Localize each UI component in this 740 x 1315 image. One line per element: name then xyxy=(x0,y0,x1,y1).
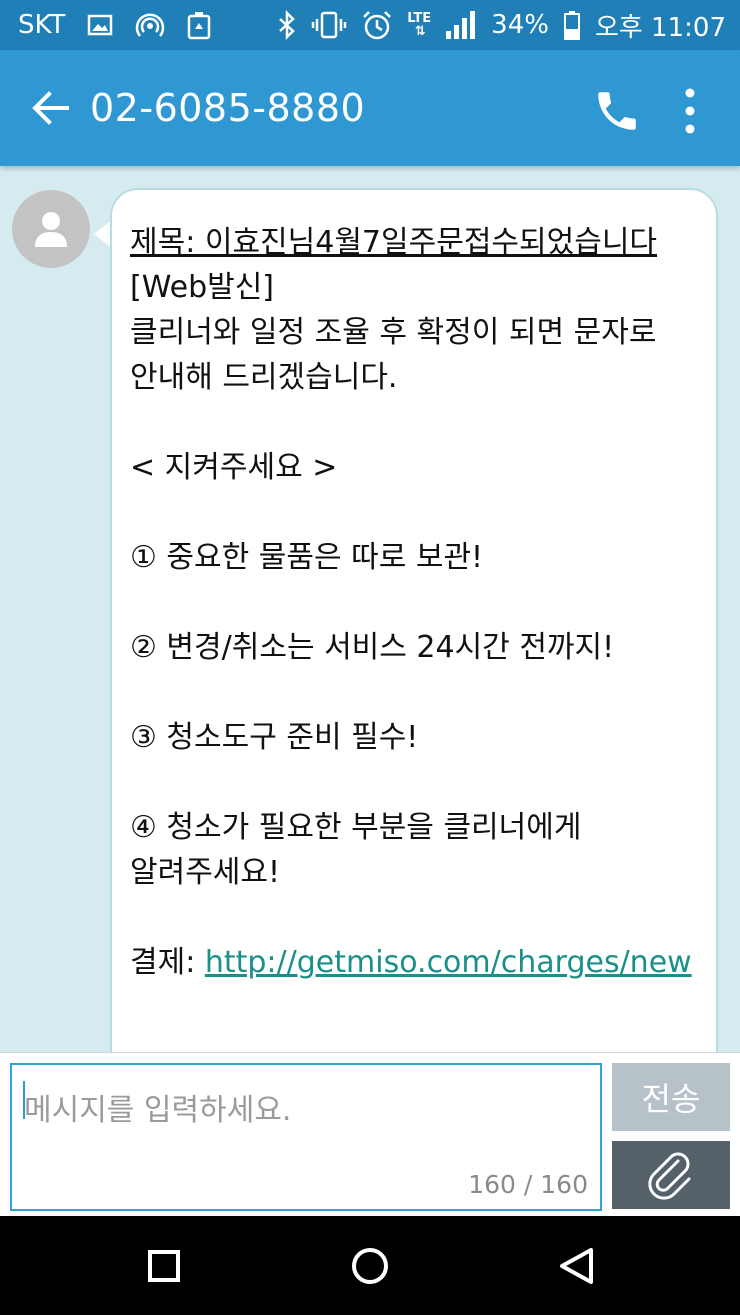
carrier-label: SKT xyxy=(18,10,66,40)
more-options-button[interactable] xyxy=(665,76,715,146)
message-line xyxy=(130,400,698,445)
message-input[interactable]: 메시지를 입력하세요. 160 / 160 xyxy=(10,1063,602,1211)
contact-number: 02-6085-8880 xyxy=(90,86,366,130)
payment-label: 결제: xyxy=(130,945,205,980)
lte-arrows-icon: LTE ⇅ xyxy=(407,11,432,39)
message-bubble[interactable]: 제목: 이효진님4월7일주문접수되었습니다 [Web발신] 클리너와 일정 조율… xyxy=(110,188,718,1052)
message-line xyxy=(130,670,698,715)
hotspot-icon xyxy=(135,10,165,40)
message-line xyxy=(130,580,698,625)
vibrate-icon xyxy=(311,10,347,40)
app-bar: 02-6085-8880 xyxy=(0,50,740,166)
payment-link[interactable]: http://getmiso.com/charges/new xyxy=(205,945,692,980)
battery-percent: 34% xyxy=(491,10,549,40)
status-bar: SKT LTE ⇅ 34% 오후 11:07 xyxy=(0,0,740,50)
clock: 오후 11:07 xyxy=(594,12,726,43)
recycle-icon xyxy=(187,10,211,40)
phone-icon xyxy=(598,92,636,130)
call-button[interactable] xyxy=(582,76,652,146)
message-line: ④ 청소가 필요한 부분을 클리너에게 알려주세요! xyxy=(130,810,591,890)
compose-bar: 메시지를 입력하세요. 160 / 160 전송 xyxy=(0,1052,740,1216)
navigation-bar xyxy=(0,1216,740,1315)
paperclip-icon xyxy=(648,1152,691,1200)
alarm-icon xyxy=(361,9,393,41)
message-subject: 제목: 이효진님4월7일주문접수되었습니다 xyxy=(130,225,658,260)
battery-icon xyxy=(563,10,581,40)
message-line xyxy=(130,895,698,940)
arrow-left-icon xyxy=(32,91,69,125)
message-line: [Web발신] xyxy=(130,270,275,305)
home-icon xyxy=(352,1248,388,1284)
back-icon xyxy=(560,1248,593,1284)
person-icon xyxy=(35,212,67,247)
back-button[interactable] xyxy=(16,73,86,143)
home-button[interactable] xyxy=(340,1236,400,1296)
recent-apps-button[interactable] xyxy=(134,1236,194,1296)
message-line: ③ 청소도구 준비 필수! xyxy=(130,720,419,755)
nav-back-button[interactable] xyxy=(546,1236,606,1296)
message-line: ② 변경/취소는 서비스 24시간 전까지! xyxy=(130,630,615,665)
message-line: ① 중요한 물품은 따로 보관! xyxy=(130,540,484,575)
message-line: 클리너와 일정 조율 후 확정이 되면 문자로 안내해 드리겠습니다. xyxy=(130,315,666,395)
signal-icon xyxy=(445,10,477,40)
message-line xyxy=(130,760,698,805)
contact-avatar[interactable] xyxy=(12,190,90,268)
payment-line: 결제: http://getmiso.com/charges/new xyxy=(130,940,698,985)
recent-apps-icon xyxy=(148,1250,180,1282)
attach-button[interactable] xyxy=(612,1141,730,1209)
message-input-placeholder: 메시지를 입력하세요. xyxy=(24,1093,292,1128)
message-line xyxy=(130,490,698,535)
more-vert-icon xyxy=(685,88,695,134)
bluetooth-icon xyxy=(277,10,297,40)
message-line: < 지켜주세요 > xyxy=(130,450,338,485)
gallery-icon xyxy=(87,14,113,36)
char-counter: 160 / 160 xyxy=(468,1170,588,1199)
send-button[interactable]: 전송 xyxy=(612,1063,730,1131)
conversation-view[interactable]: 제목: 이효진님4월7일주문접수되었습니다 [Web발신] 클리너와 일정 조율… xyxy=(0,166,740,1052)
